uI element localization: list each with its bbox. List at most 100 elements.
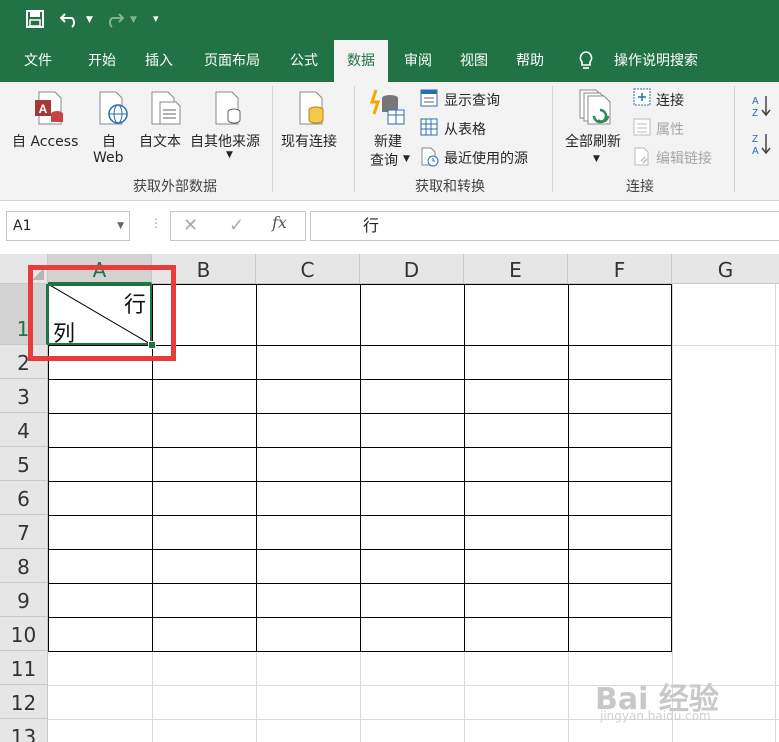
name-box[interactable]: A1 ▼ bbox=[6, 211, 130, 241]
svg-text:A: A bbox=[39, 102, 48, 116]
row-header-13[interactable]: 13 bbox=[0, 719, 48, 742]
refresh-all-icon bbox=[579, 89, 611, 125]
table-border bbox=[48, 651, 672, 652]
formula-input[interactable]: 行 bbox=[310, 211, 779, 241]
row-header-5[interactable]: 5 bbox=[0, 447, 48, 481]
access-icon: A bbox=[35, 91, 63, 125]
insert-function-button[interactable]: fx bbox=[272, 213, 287, 232]
column-header-c[interactable]: C bbox=[256, 254, 360, 284]
table-icon bbox=[420, 118, 438, 136]
recent-sources-button[interactable]: 最近使用的源 bbox=[444, 148, 528, 168]
tab-review[interactable]: 审阅 bbox=[392, 40, 444, 82]
group-divider bbox=[354, 86, 355, 192]
group-label-get-transform: 获取和转换 bbox=[415, 179, 485, 195]
sort-descending-icon[interactable]: Z A bbox=[750, 132, 772, 156]
tell-me-search[interactable]: 操作说明搜索 bbox=[606, 40, 706, 82]
undo-icon[interactable] bbox=[60, 10, 80, 28]
worksheet-grid[interactable]: A B C D E F G 1 2 3 4 5 6 7 8 9 10 11 12… bbox=[0, 254, 779, 742]
sort-ascending-icon[interactable]: A Z bbox=[750, 94, 772, 118]
customize-qat-icon[interactable]: ▾ bbox=[153, 8, 159, 30]
tab-help[interactable]: 帮助 bbox=[504, 40, 556, 82]
connections-button[interactable]: 连接 bbox=[656, 90, 684, 110]
group-divider bbox=[552, 86, 553, 192]
edit-links-button: 编辑链接 bbox=[656, 151, 712, 167]
column-header-d[interactable]: D bbox=[360, 254, 464, 284]
show-queries-icon bbox=[420, 89, 438, 107]
from-web-button-line2[interactable]: Web bbox=[93, 150, 124, 166]
column-header-f[interactable]: F bbox=[568, 254, 672, 284]
row-header-8[interactable]: 8 bbox=[0, 549, 48, 583]
table-border bbox=[48, 583, 672, 584]
gridline bbox=[152, 651, 153, 742]
formula-bar: A1 ▼ ⋮ ✕ ✓ fx 行 bbox=[0, 201, 779, 253]
table-border bbox=[256, 284, 257, 651]
chevron-down-icon[interactable]: ▼ bbox=[593, 154, 600, 164]
chevron-down-icon[interactable]: ▼ bbox=[117, 212, 124, 240]
connections-icon bbox=[633, 88, 651, 106]
table-border bbox=[568, 284, 569, 651]
row-header-7[interactable]: 7 bbox=[0, 515, 48, 549]
recent-sources-icon bbox=[421, 147, 439, 167]
gridline bbox=[568, 651, 569, 742]
column-header-g[interactable]: G bbox=[672, 254, 779, 284]
refresh-all-button[interactable]: 全部刷新 bbox=[565, 131, 621, 151]
baidu-watermark-url: jingyan.baidu.com bbox=[600, 709, 711, 723]
row-header-9[interactable]: 9 bbox=[0, 583, 48, 617]
svg-text:Z: Z bbox=[752, 108, 758, 118]
name-box-value: A1 bbox=[13, 218, 32, 234]
from-web-button-line1[interactable]: 自 bbox=[102, 131, 116, 151]
lightbulb-icon bbox=[579, 51, 593, 69]
existing-connections-button[interactable]: 现有连接 bbox=[281, 131, 337, 151]
redo-icon bbox=[109, 13, 124, 28]
highlight-annotation-box bbox=[28, 265, 176, 361]
column-header-e[interactable]: E bbox=[464, 254, 568, 284]
new-query-icon bbox=[370, 89, 405, 125]
table-border bbox=[48, 379, 672, 380]
row-header-11[interactable]: 11 bbox=[0, 651, 48, 685]
tab-formulas[interactable]: 公式 bbox=[278, 40, 330, 82]
table-border bbox=[48, 481, 672, 482]
gridline bbox=[672, 345, 779, 346]
row-header-10[interactable]: 10 bbox=[0, 617, 48, 651]
existing-connections-icon bbox=[299, 91, 324, 125]
web-icon bbox=[99, 91, 128, 125]
svg-text:A: A bbox=[752, 96, 759, 107]
ribbon-tabs: 文件 开始 插入 页面布局 公式 数据 审阅 视图 帮助 操作说明搜索 bbox=[0, 40, 779, 82]
ribbon-data: A 自 Access 自 Web 自文本 自其他来源 ▼ 获取外部数据 现有连接 bbox=[0, 82, 779, 201]
chevron-down-icon[interactable]: ▼ bbox=[403, 154, 410, 164]
tab-insert[interactable]: 插入 bbox=[133, 40, 185, 82]
new-query-button-line2[interactable]: 查询 bbox=[370, 150, 398, 170]
group-label-connections: 连接 bbox=[626, 179, 654, 195]
title-bar: ▼ ▼ ▾ bbox=[0, 0, 779, 40]
undo-dropdown-icon[interactable]: ▼ bbox=[86, 9, 93, 31]
formula-bar-grip-icon[interactable]: ⋮ bbox=[150, 216, 162, 230]
table-border bbox=[48, 617, 672, 618]
tab-home[interactable]: 开始 bbox=[76, 40, 128, 82]
row-header-12[interactable]: 12 bbox=[0, 685, 48, 719]
tab-data[interactable]: 数据 bbox=[334, 40, 388, 82]
from-text-button[interactable]: 自文本 bbox=[139, 131, 181, 151]
table-border bbox=[48, 413, 672, 414]
tab-file[interactable]: 文件 bbox=[12, 40, 64, 82]
table-border bbox=[48, 447, 672, 448]
properties-icon bbox=[633, 118, 651, 136]
table-border bbox=[671, 284, 672, 651]
show-queries-button[interactable]: 显示查询 bbox=[444, 90, 500, 110]
row-header-6[interactable]: 6 bbox=[0, 481, 48, 515]
cancel-button[interactable]: ✕ bbox=[183, 211, 198, 241]
gridline bbox=[464, 651, 465, 742]
chevron-down-icon[interactable]: ▼ bbox=[226, 150, 233, 160]
tab-view[interactable]: 视图 bbox=[448, 40, 500, 82]
group-divider bbox=[272, 86, 273, 192]
tab-page-layout[interactable]: 页面布局 bbox=[194, 40, 270, 82]
row-header-3[interactable]: 3 bbox=[0, 379, 48, 413]
row-header-4[interactable]: 4 bbox=[0, 413, 48, 447]
table-border bbox=[464, 284, 465, 651]
from-other-sources-button[interactable]: 自其他来源 bbox=[190, 131, 260, 151]
from-table-button[interactable]: 从表格 bbox=[444, 119, 486, 139]
from-access-button[interactable]: 自 Access bbox=[12, 131, 78, 151]
save-icon[interactable] bbox=[26, 10, 44, 28]
svg-text:A: A bbox=[752, 146, 759, 156]
enter-button[interactable]: ✓ bbox=[229, 211, 244, 241]
new-query-button-line1[interactable]: 新建 bbox=[374, 131, 402, 151]
